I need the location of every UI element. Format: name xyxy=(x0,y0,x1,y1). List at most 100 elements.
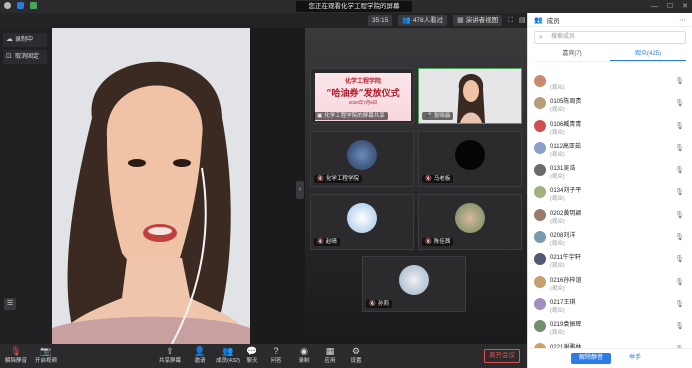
member-role: (观众) xyxy=(550,174,565,181)
title-bar: 您正在观看化学工程学院的屏幕 — ☐ ✕ xyxy=(0,0,692,13)
cancel-pin-button[interactable]: ⊡ 取消固定 xyxy=(3,50,47,64)
gallery-view: 化学工程学院 “哈油券”发放仪式 2020年7月8日 ▣ 化学工程学院的屏幕共享… xyxy=(305,28,527,344)
tile-name: 马老板 xyxy=(433,176,451,182)
avatar xyxy=(534,253,546,266)
avatar xyxy=(534,97,546,110)
member-name: 0105陈周贵 xyxy=(550,99,582,106)
info-icon[interactable] xyxy=(4,2,11,9)
tile-name: 化学工程学院 xyxy=(325,176,359,182)
share-screen-icon: ⇪ xyxy=(166,346,174,356)
gear-icon: ⚙ xyxy=(351,346,361,356)
list-item[interactable]: 0208刘洋 (观众) 🎙 xyxy=(528,227,692,249)
meeting-timer: 35:15 xyxy=(368,15,393,26)
mic-muted-icon: 🔇 xyxy=(317,239,324,245)
record-button[interactable]: ◉ 录制 xyxy=(290,346,318,365)
avatar xyxy=(534,141,546,154)
list-icon[interactable]: ☰ xyxy=(4,298,16,310)
member-name: 0219袁振辉 xyxy=(550,322,582,329)
mic-muted-icon: 🎙 xyxy=(675,100,684,108)
tile-name-tag: 🔇 马老板 xyxy=(422,175,454,183)
participant-avatar xyxy=(455,140,485,170)
member-list: (观众) 🎙 0105陈周贵 (观众) 🎙 0106臧青青 (观众) 🎙 0112高亚茹 (观众)… xyxy=(528,71,692,368)
qa-button[interactable]: ? 问答 xyxy=(262,346,290,365)
meeting-window: 您正在观看化学工程学院的屏幕 — ☐ ✕ 35:15 👥 478人看过 ▦ 演讲… xyxy=(0,0,692,368)
minimize-icon[interactable]: — xyxy=(651,2,658,11)
tile-name-tag: 🔇 赵晴 xyxy=(314,238,340,246)
view-mode-button[interactable]: ▦ 演讲者视图 xyxy=(453,15,503,26)
members-panel: 👥 成员 ⋯ ⌕ 搜索成员 嘉宾(7) 观众(425) (观众) 🎙 0105陈周贵… xyxy=(527,13,692,368)
mic-muted-icon: 🎙 xyxy=(675,300,684,308)
list-item[interactable]: 0216孙梓谊 (观众) 🎙 xyxy=(528,272,692,294)
member-role: (观众) xyxy=(550,218,565,225)
raise-hand-button[interactable]: 举手 xyxy=(621,353,649,364)
list-item[interactable]: 0219袁振辉 (观众) 🎙 xyxy=(528,316,692,338)
member-name: 0106臧青青 xyxy=(550,121,582,128)
list-item[interactable]: 0105陈周贵 (观众) 🎙 xyxy=(528,93,692,115)
gallery-tile[interactable]: 🔇 陈佳茜 xyxy=(418,194,522,250)
tab-guests[interactable]: 嘉宾(7) xyxy=(534,48,610,61)
gallery-tile[interactable]: 🔇 赵晴 xyxy=(310,194,414,250)
main-speaker-video xyxy=(52,28,250,344)
member-name: 0112高亚茹 xyxy=(550,143,581,150)
bottom-toolbar: 🎙 解除静音 📷 开启视频 ⇪ 共享屏幕 👤 邀请 👥 成员(432) 💬 聊天… xyxy=(0,344,527,368)
mic-muted-icon: 🎙 xyxy=(675,256,684,264)
mic-muted-icon: 🎙 xyxy=(675,278,684,286)
list-item[interactable]: 0217王琪 (观众) 🎙 xyxy=(528,294,692,316)
collapse-gallery-icon[interactable]: › xyxy=(296,181,304,199)
member-name: 0208刘洋 xyxy=(550,233,576,240)
unmute-all-button[interactable]: 解除静音 xyxy=(570,353,611,364)
gallery-tile[interactable]: 🎤 张晓晨 xyxy=(418,68,522,124)
speaker-video-frame xyxy=(52,28,250,344)
member-tabs: 嘉宾(7) 观众(425) xyxy=(534,48,686,62)
recording-indicator[interactable]: ☁ 录制中 xyxy=(3,33,47,47)
list-item[interactable]: 0112高亚茹 (观众) 🎙 xyxy=(528,138,692,160)
invite-button[interactable]: 👤 邀请 xyxy=(186,346,214,365)
maximize-icon[interactable]: ☐ xyxy=(667,2,673,11)
panel-menu-icon[interactable]: ⋯ xyxy=(679,16,686,24)
qa-icon: ? xyxy=(273,346,279,356)
search-icon: ⌕ xyxy=(539,34,543,41)
tab-audience[interactable]: 观众(425) xyxy=(610,48,686,61)
participant-avatar xyxy=(347,203,377,233)
gallery-tile[interactable]: 🔇 孙莉 xyxy=(362,256,466,312)
cancel-pin-label: 取消固定 xyxy=(15,54,40,60)
viewer-count[interactable]: 👥 478人看过 xyxy=(398,15,448,26)
meeting-status-bar: 35:15 👥 478人看过 ▦ 演讲者视图 ⛶ ▤ ⇱ xyxy=(0,13,538,28)
member-name: 0217王琪 xyxy=(550,299,576,306)
search-placeholder: 搜索成员 xyxy=(551,34,576,40)
cloud-icon: ☁ xyxy=(6,36,13,43)
member-name: 0216孙梓谊 xyxy=(550,277,582,284)
gallery-tile[interactable]: 🔇 马老板 xyxy=(418,131,522,187)
member-role: (观众) xyxy=(550,241,565,248)
layout-icon[interactable]: ▤ xyxy=(519,15,526,26)
settings-label: 设置 xyxy=(350,358,362,364)
share-screen-button[interactable]: ⇪ 共享屏幕 xyxy=(156,346,184,365)
settings-button[interactable]: ⚙ 设置 xyxy=(342,346,370,365)
tile-name-tag: 🔇 孙莉 xyxy=(366,300,392,308)
video-button[interactable]: 📷 开启视频 xyxy=(32,346,60,365)
gallery-tile[interactable]: 化学工程学院 “哈油券”发放仪式 2020年7月8日 ▣ 化学工程学院的屏幕共享 xyxy=(310,68,414,124)
list-item[interactable]: (观众) 🎙 xyxy=(528,71,692,93)
avatar xyxy=(534,75,546,87)
list-item[interactable]: 0106臧青青 (观众) 🎙 xyxy=(528,116,692,138)
mic-muted-icon: 🎙 xyxy=(675,144,684,152)
grid-icon: ▦ xyxy=(457,17,464,24)
shield-icon[interactable] xyxy=(17,2,24,9)
avatar xyxy=(534,208,546,221)
close-icon[interactable]: ✕ xyxy=(682,2,688,11)
list-item[interactable]: 0202黄玥颖 (观众) 🎙 xyxy=(528,205,692,227)
apps-button[interactable]: ▦ 应用 xyxy=(316,346,344,365)
people-icon: 👥 xyxy=(534,16,543,24)
unmute-button[interactable]: 🎙 解除静音 xyxy=(2,346,30,365)
list-item[interactable]: 0211牛宇轩 (观众) 🎙 xyxy=(528,249,692,271)
list-item[interactable]: 0134刘子平 (观众) 🎙 xyxy=(528,182,692,204)
avatar xyxy=(534,297,546,310)
leave-meeting-button[interactable]: 离开会议 xyxy=(484,349,520,363)
list-item[interactable]: 0131吴浩 (观众) 🎙 xyxy=(528,160,692,182)
share-screen-label: 共享屏幕 xyxy=(158,358,181,364)
tile-name: 陈佳茜 xyxy=(433,239,451,245)
record-icon: ◉ xyxy=(300,346,308,356)
member-search-input[interactable]: ⌕ 搜索成员 xyxy=(534,31,686,44)
gallery-tile[interactable]: 🔇 化学工程学院 xyxy=(310,131,414,187)
fullscreen-icon[interactable]: ⛶ xyxy=(508,15,513,26)
